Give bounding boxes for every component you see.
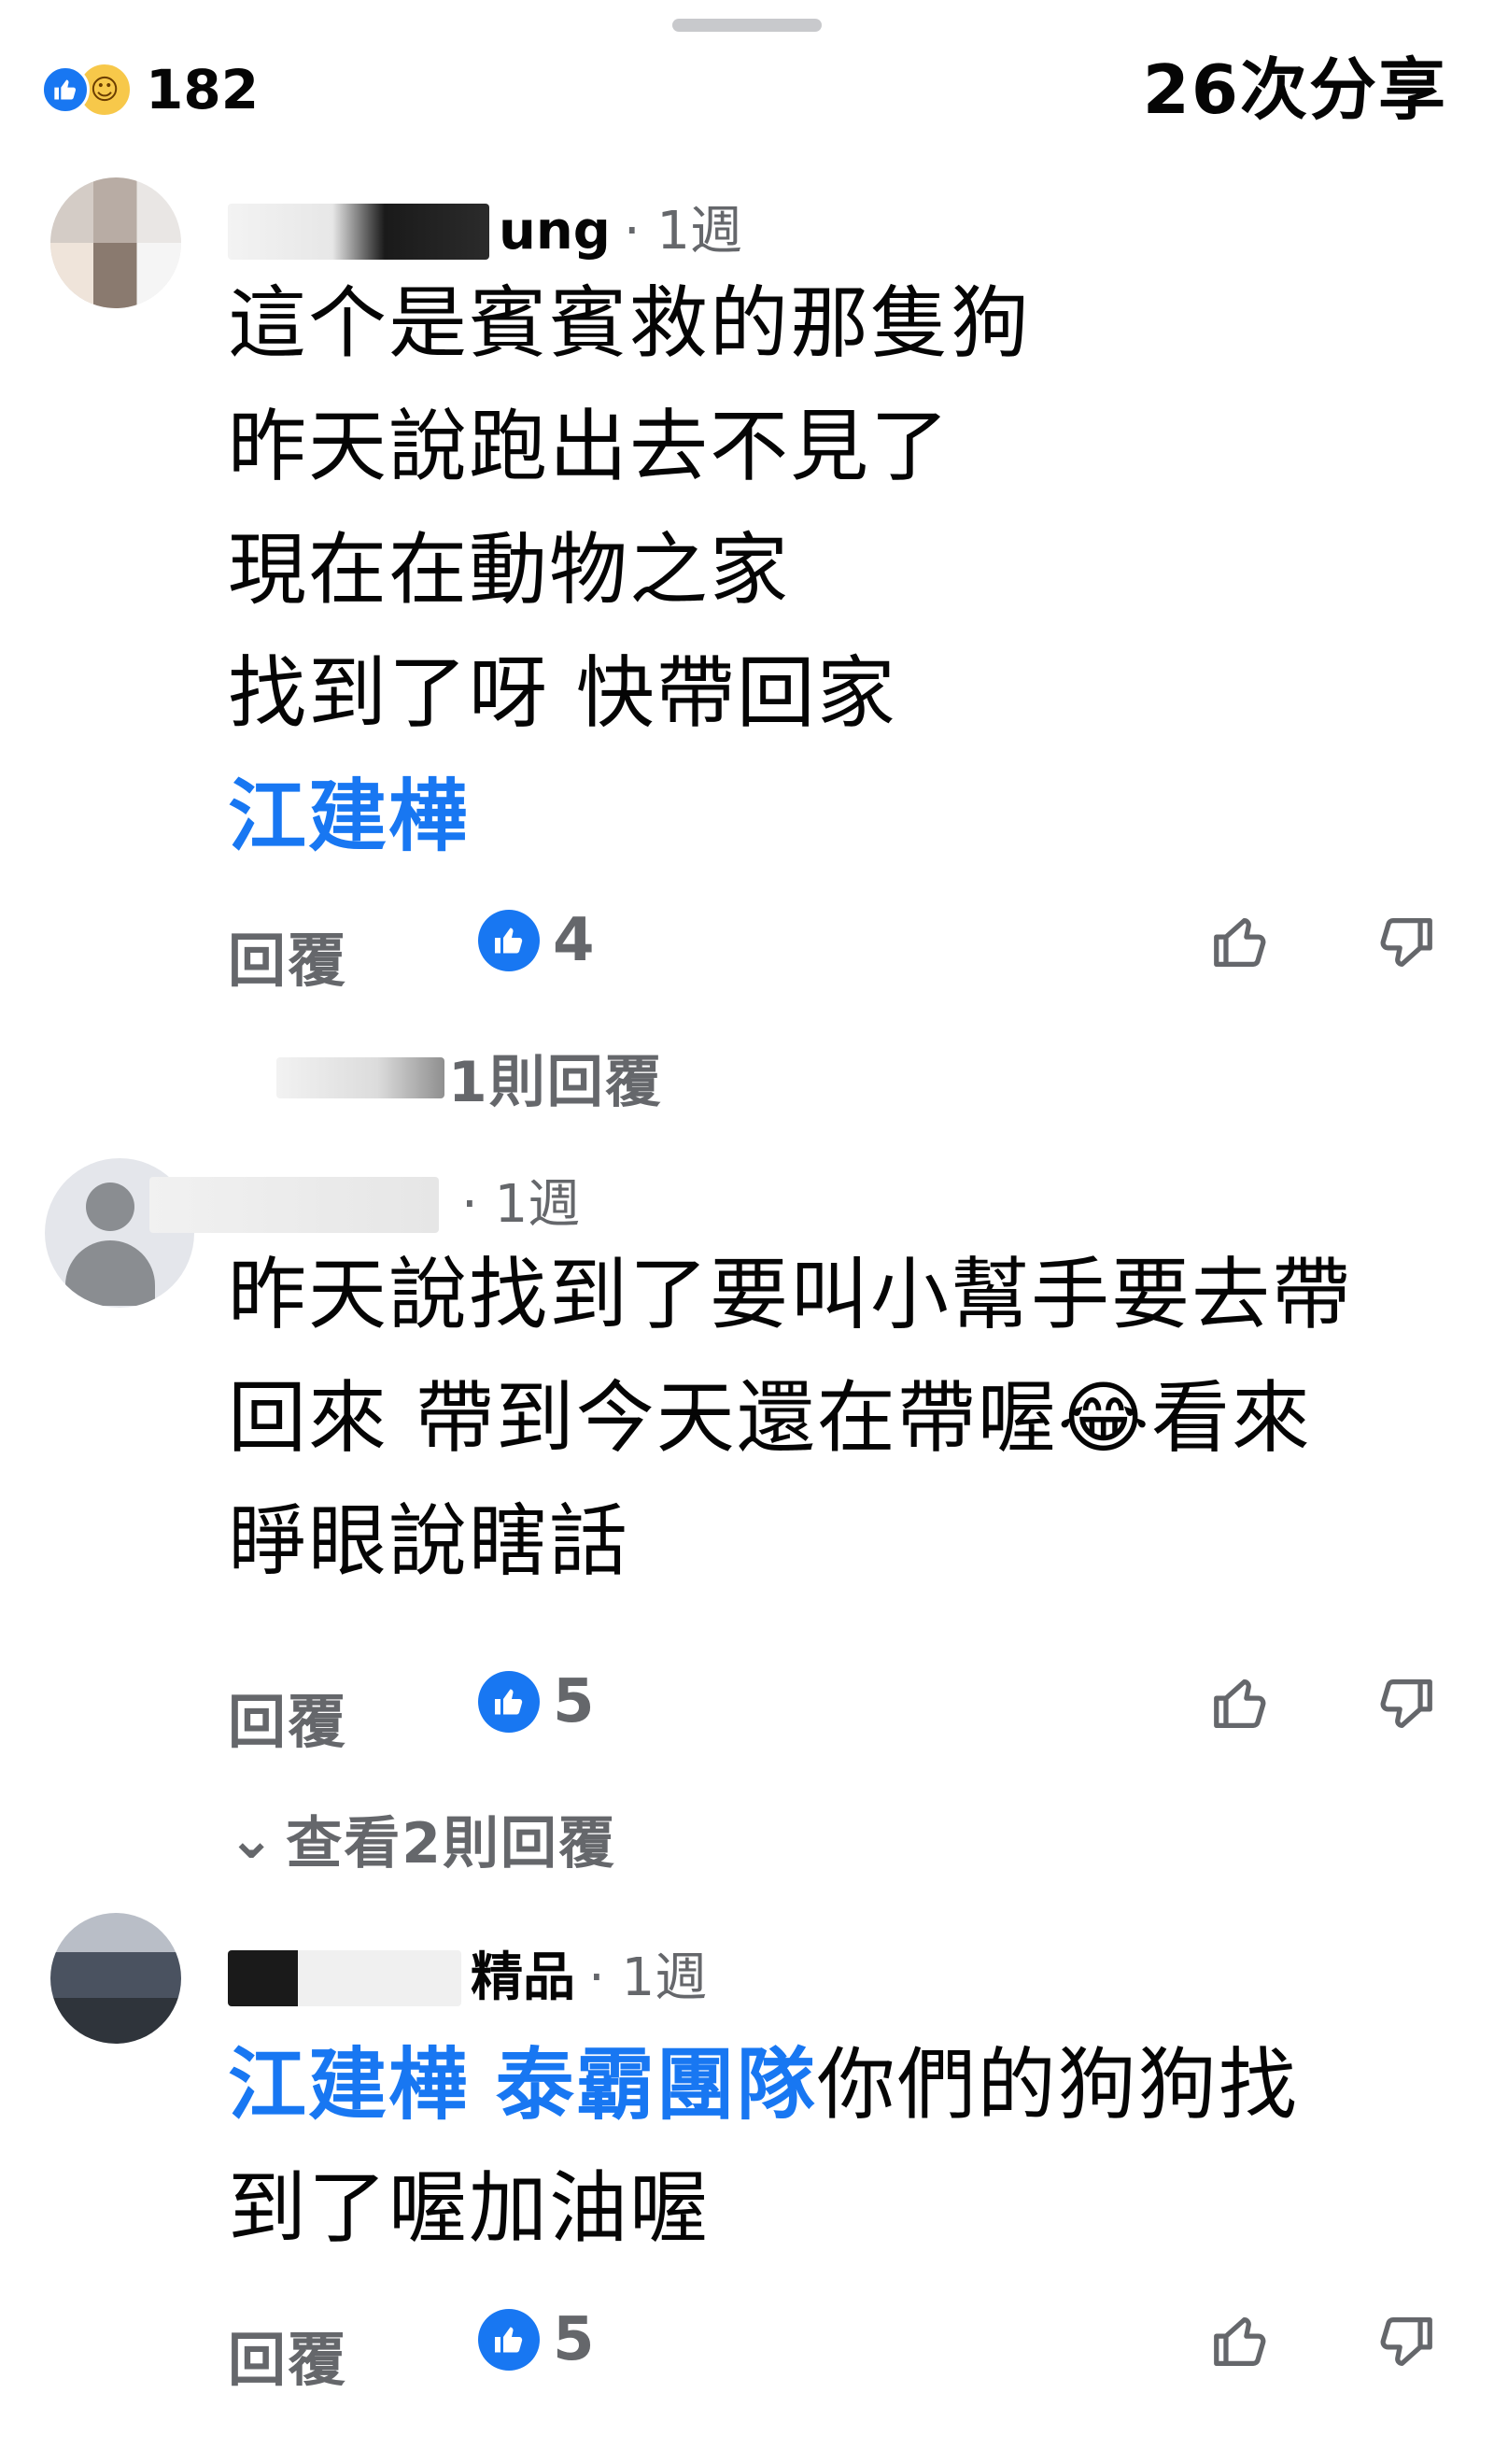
comment-line: 江建樺 泰霸團隊你們的狗狗找 <box>228 2023 1442 2146</box>
reaction-summary[interactable]: ☺ 182 <box>41 62 259 118</box>
comment-line: 昨天說跑出去不見了 <box>228 401 951 492</box>
avatar[interactable] <box>50 1913 181 2044</box>
avatar[interactable] <box>50 177 181 308</box>
like-summary[interactable]: 4 <box>478 906 595 975</box>
mention-link[interactable]: 江建樺 <box>228 755 1442 878</box>
comment-time: · 1週 <box>588 1947 708 2008</box>
view-replies-link[interactable]: 1則回覆 <box>276 1037 663 1118</box>
view-replies-label: 查看2則回覆 <box>286 1811 617 1876</box>
comment-line: 昨天說找到了要叫小幫手要去帶 <box>228 1249 1353 1340</box>
comment-actions: 回覆 5 <box>228 1667 1442 1756</box>
comment-header: · 1週 <box>149 1177 580 1233</box>
like-count: 4 <box>553 906 595 975</box>
commenter-name[interactable]: 精品 <box>471 1952 575 2004</box>
comment-actions: 回覆 4 <box>228 906 1442 995</box>
comment-body: 江建樺 泰霸團隊你們的狗狗找 到了喔加油喔 <box>228 2023 1442 2270</box>
commenter-name[interactable]: ung <box>499 205 611 258</box>
chevron-down-icon: ⌄ <box>228 1806 277 1872</box>
comment-line-text: 看來 <box>1150 1372 1312 1464</box>
view-replies-label: 1則回覆 <box>448 1050 663 1115</box>
comment-line: 到了喔加油喔 <box>228 2162 711 2254</box>
thumb-down-outline-icon[interactable] <box>1373 910 1438 975</box>
thumb-up-outline-icon[interactable] <box>1208 2309 1274 2374</box>
blurred-name <box>228 1950 461 2006</box>
comment-line: 現在在動物之家 <box>228 524 791 616</box>
comment-actions: 回覆 5 <box>228 2305 1442 2394</box>
comment-time: · 1週 <box>461 1174 581 1235</box>
thumb-down-outline-icon[interactable] <box>1373 1671 1438 1736</box>
reply-button[interactable]: 回覆 <box>228 1675 347 1759</box>
default-avatar-head <box>86 1182 134 1231</box>
comment-header: 精品 · 1週 <box>228 1950 707 2006</box>
comment-line-text: 回來 帶到今天還在帶喔 <box>228 1372 1058 1464</box>
blurred-name <box>149 1177 439 1233</box>
comment-header: ung · 1週 <box>228 204 742 260</box>
thumbs-up-icon <box>478 2309 540 2371</box>
comment-body: 昨天說找到了要叫小幫手要去帶 回來 帶到今天還在帶喔😂看來 睜眼說瞎話 <box>228 1233 1442 1603</box>
share-count[interactable]: 26次分享 <box>1143 56 1447 123</box>
blurred-name <box>228 204 489 260</box>
comment-time: · 1週 <box>623 201 743 262</box>
comment-line: 回來 帶到今天還在帶喔😂看來 <box>228 1356 1442 1480</box>
like-summary[interactable]: 5 <box>478 1667 595 1736</box>
thumb-up-outline-icon[interactable] <box>1208 910 1274 975</box>
like-count: 5 <box>553 1667 595 1736</box>
default-avatar-body <box>65 1240 155 1306</box>
comment-line: 找到了呀 快帶回家 <box>228 647 897 739</box>
comments-sheet: ☺ 182 26次分享 ung · 1週 這个是賓賓救的那隻狗 昨天說跑出去不見… <box>0 0 1494 2464</box>
thumbs-up-icon <box>478 910 540 971</box>
like-reaction-icon <box>41 65 90 114</box>
mention-link[interactable]: 泰霸團隊 <box>496 2039 817 2131</box>
thumb-down-outline-icon[interactable] <box>1373 2309 1438 2374</box>
sheet-grab-handle[interactable] <box>672 19 822 32</box>
blurred-text <box>276 1056 444 1098</box>
reply-button[interactable]: 回覆 <box>228 913 347 998</box>
comment-line: 睜眼說瞎話 <box>228 1495 630 1587</box>
reply-button[interactable]: 回覆 <box>228 2313 347 2397</box>
comment-line: 這个是賓賓救的那隻狗 <box>228 277 1032 369</box>
like-summary[interactable]: 5 <box>478 2305 595 2374</box>
mention-link[interactable]: 江建樺 <box>228 2039 469 2131</box>
reaction-count: 182 <box>146 58 260 121</box>
comment-body: 這个是賓賓救的那隻狗 昨天說跑出去不見了 現在在動物之家 找到了呀 快帶回家 江… <box>228 262 1442 878</box>
thumbs-up-icon <box>478 1671 540 1733</box>
thumb-up-outline-icon[interactable] <box>1208 1671 1274 1736</box>
view-replies-link[interactable]: ⌄ 查看2則回覆 <box>228 1798 616 1879</box>
like-count: 5 <box>553 2305 595 2374</box>
comment-line-text: 你們的狗狗找 <box>816 2039 1299 2131</box>
laughing-emoji-icon: 😂 <box>1057 1372 1151 1464</box>
